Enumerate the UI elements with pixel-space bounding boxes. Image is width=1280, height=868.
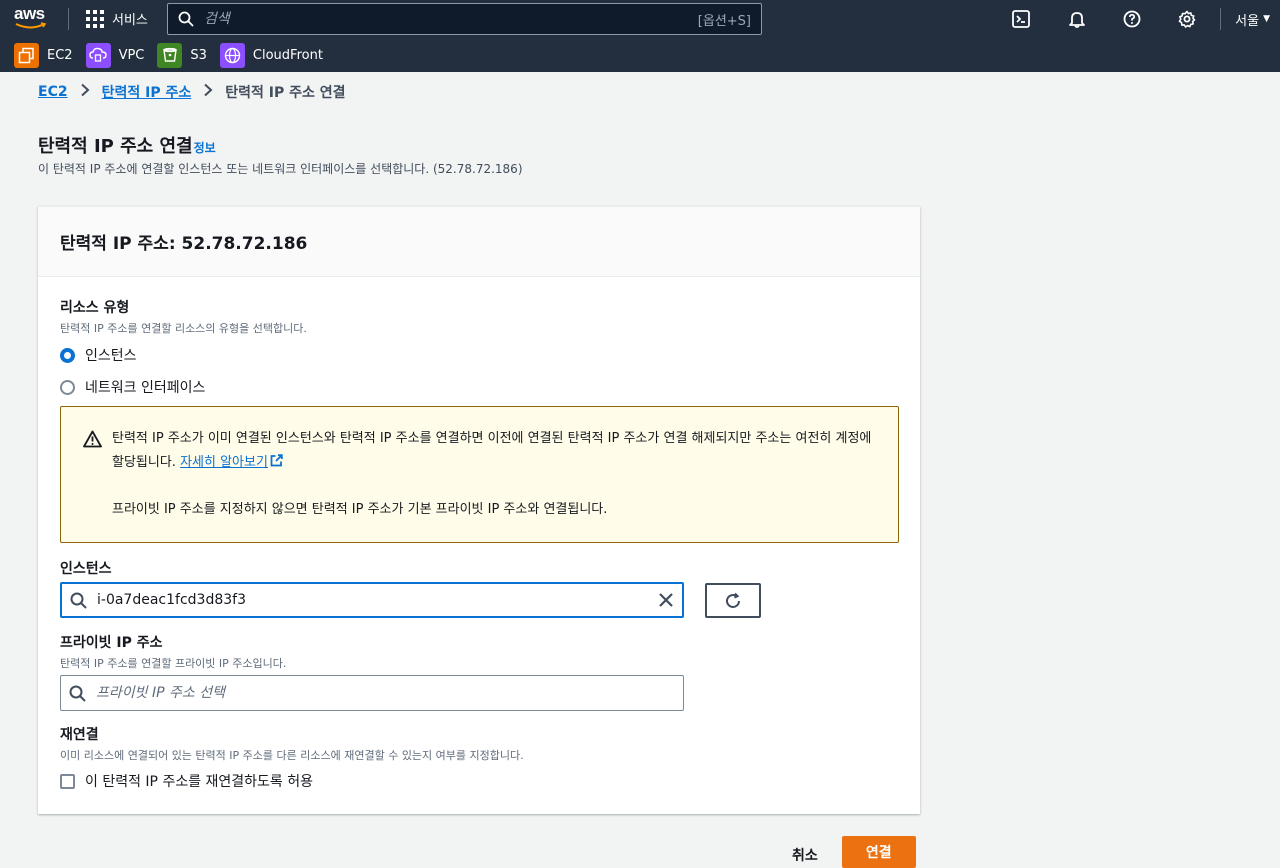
radio-selected-icon <box>60 347 75 363</box>
search-icon <box>69 685 86 702</box>
favorite-ec2[interactable]: EC2 <box>14 42 73 68</box>
allow-reassociation-checkbox[interactable]: 이 탄력적 IP 주소를 재연결하도록 허용 <box>60 771 313 791</box>
radio-unselected-icon <box>60 379 75 395</box>
warning-alert: 탄력적 IP 주소가 이미 연결된 인스턴스와 탄력적 IP 주소를 연결하면 … <box>60 406 899 543</box>
chevron-right-icon <box>203 83 213 101</box>
radio-instance[interactable]: 인스턴스 <box>60 345 307 365</box>
nav-divider <box>1220 8 1222 30</box>
nav-icons: 서울 ▼ <box>1010 0 1280 38</box>
external-link-icon <box>270 454 283 467</box>
ec2-icon <box>14 42 39 68</box>
gear-icon[interactable] <box>1176 8 1198 30</box>
instance-label: 인스턴스 <box>60 561 112 577</box>
learn-more-label: 자세히 알아보기 <box>180 455 268 470</box>
region-selector[interactable]: 서울 ▼ <box>1235 10 1270 29</box>
private-ip-description: 탄력적 IP 주소를 연결할 프라이빗 IP 주소입니다. <box>60 657 287 670</box>
refresh-icon <box>726 592 740 608</box>
caret-down-icon: ▼ <box>1263 14 1270 24</box>
checkbox-label: 이 탄력적 IP 주소를 재연결하도록 허용 <box>85 774 314 790</box>
aws-smile-icon <box>15 22 47 29</box>
reassociation-description: 이미 리소스에 연결되어 있는 탄력적 IP 주소를 다른 리소스에 재연결할 … <box>60 749 524 762</box>
clear-icon[interactable] <box>658 592 674 608</box>
help-icon[interactable] <box>1121 8 1143 30</box>
private-ip-input[interactable] <box>96 685 675 701</box>
cancel-button[interactable]: 취소 <box>780 845 830 865</box>
instance-input[interactable] <box>97 592 658 608</box>
learn-more-link[interactable]: 자세히 알아보기 <box>180 454 283 470</box>
favorites-bar: EC2 VPC S3 CloudFront <box>0 38 1280 72</box>
radio-label: 인스턴스 <box>85 348 137 364</box>
container-title: 탄력적 IP 주소: 52.78.72.186 <box>38 207 920 277</box>
cloudfront-icon <box>219 42 245 68</box>
region-label: 서울 <box>1235 13 1260 29</box>
radio-network-interface[interactable]: 네트워크 인터페이스 <box>60 377 307 397</box>
info-link[interactable]: 정보 <box>194 141 216 155</box>
favorite-cloudfront[interactable]: CloudFront <box>219 42 323 68</box>
alert-text-2: 프라이빗 IP 주소를 지정하지 않으면 탄력적 IP 주소가 기본 프라이빗 … <box>112 502 608 517</box>
resource-type-description: 탄력적 IP 주소를 연결할 리소스의 유형을 선택합니다. <box>60 322 307 335</box>
warning-icon <box>83 430 102 448</box>
services-label: 서비스 <box>112 13 148 28</box>
private-ip-label: 프라이빗 IP 주소 <box>60 635 163 651</box>
associate-button[interactable]: 연결 <box>841 836 916 868</box>
favorite-label: CloudFront <box>252 47 323 63</box>
grid-icon <box>86 9 104 28</box>
services-menu[interactable]: 서비스 <box>86 9 148 28</box>
refresh-button[interactable] <box>705 583 761 618</box>
resource-type-label: 리소스 유형 <box>60 300 130 316</box>
aws-logo-text: aws <box>14 4 45 23</box>
favorite-label: VPC <box>118 47 145 63</box>
form-actions: 취소 연결 <box>780 836 916 868</box>
top-nav: aws 서비스 [옵션+S] 서울 <box>0 0 1280 38</box>
page-title: 탄력적 IP 주소 연결정보 <box>38 132 216 158</box>
page-title-text: 탄력적 IP 주소 연결 <box>38 136 193 157</box>
reassociation-label: 재연결 <box>60 727 99 743</box>
chevron-right-icon <box>80 83 90 101</box>
breadcrumb-elastic-ip[interactable]: 탄력적 IP 주소 <box>102 82 192 102</box>
favorite-vpc[interactable]: VPC <box>85 42 145 68</box>
page-description: 이 탄력적 IP 주소에 연결할 인스턴스 또는 네트워크 인터페이스를 선택합… <box>38 162 523 176</box>
favorite-label: S3 <box>190 47 207 63</box>
breadcrumb-current: 탄력적 IP 주소 연결 <box>225 85 346 101</box>
global-search-input[interactable] <box>204 11 698 27</box>
reassociation-section: 재연결 이미 리소스에 연결되어 있는 탄력적 IP 주소를 다른 리소스에 재… <box>60 724 524 763</box>
radio-label: 네트워크 인터페이스 <box>85 380 206 396</box>
aws-logo[interactable]: aws <box>14 5 50 33</box>
form-container: 탄력적 IP 주소: 52.78.72.186 리소스 유형 탄력적 IP 주소… <box>38 206 920 814</box>
resource-type-section: 리소스 유형 탄력적 IP 주소를 연결할 리소스의 유형을 선택합니다. 인스… <box>60 297 307 397</box>
breadcrumb: EC2 탄력적 IP 주소 탄력적 IP 주소 연결 <box>38 82 345 102</box>
s3-icon <box>157 42 183 68</box>
checkbox-unchecked-icon <box>60 773 75 789</box>
private-ip-select[interactable] <box>60 675 684 711</box>
favorite-s3[interactable]: S3 <box>157 42 207 68</box>
bell-icon[interactable] <box>1066 8 1088 30</box>
nav-separator <box>68 8 69 30</box>
global-search[interactable]: [옵션+S] <box>167 3 762 35</box>
instance-search[interactable] <box>60 582 684 618</box>
search-shortcut: [옵션+S] <box>697 13 751 29</box>
favorite-label: EC2 <box>47 47 73 63</box>
search-icon <box>70 592 87 609</box>
vpc-icon <box>85 42 111 68</box>
private-ip-section: 프라이빗 IP 주소 탄력적 IP 주소를 연결할 프라이빗 IP 주소입니다. <box>60 632 286 671</box>
cloudshell-icon[interactable] <box>1010 8 1032 30</box>
breadcrumb-ec2[interactable]: EC2 <box>38 84 68 100</box>
search-icon <box>178 11 194 27</box>
